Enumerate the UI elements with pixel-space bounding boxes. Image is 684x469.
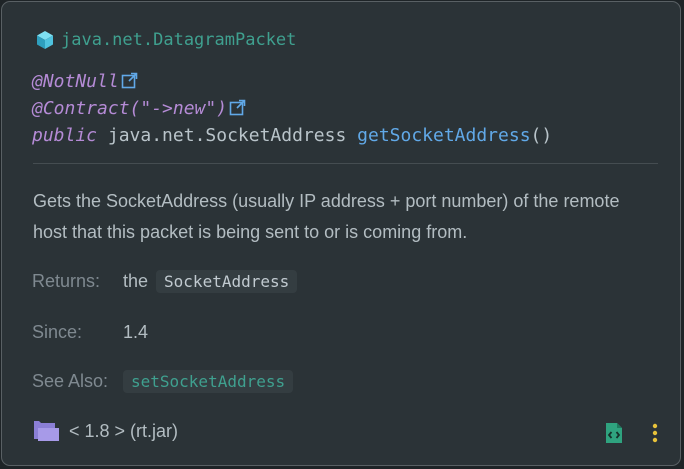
folder-icon <box>33 420 61 442</box>
external-link-icon[interactable] <box>229 97 246 116</box>
returns-row: Returns: the SocketAddress <box>32 270 298 293</box>
since-row: Since: 1.4 <box>32 322 148 343</box>
see-also-link[interactable]: setSocketAddress <box>123 370 294 393</box>
see-also-row: See Also: setSocketAddress <box>32 370 294 393</box>
contract-close-paren: ) <box>216 98 228 119</box>
method-signature: public java.net.SocketAddress getSocketA… <box>32 122 552 150</box>
method-description: Gets the SocketAddress (usually IP addre… <box>33 191 620 242</box>
view-source-icon[interactable] <box>604 422 624 444</box>
external-link-icon[interactable] <box>121 70 138 89</box>
annotation-notnull: @NotNull <box>32 71 119 92</box>
returns-prefix: the <box>123 271 149 291</box>
contract-argument: "->new" <box>140 98 217 119</box>
since-label: Since: <box>32 322 83 342</box>
class-name-link[interactable]: java.net.DatagramPacket <box>61 30 296 50</box>
library-label: < 1.8 > (rt.jar) <box>69 420 179 441</box>
footer-library: < 1.8 > (rt.jar) <box>33 420 178 442</box>
method-params: () <box>530 125 553 146</box>
see-also-label: See Also: <box>32 371 109 391</box>
more-vertical-icon[interactable] <box>649 422 661 444</box>
method-name: getSocketAddress <box>357 125 531 146</box>
since-value: 1.4 <box>123 322 149 342</box>
class-header: java.net.DatagramPacket <box>35 27 296 53</box>
cube-icon <box>35 30 55 50</box>
annotation-notnull-line: @NotNull <box>32 68 138 96</box>
annotation-contract-line: @Contract("->new") <box>32 95 246 123</box>
returns-code: SocketAddress <box>156 270 298 293</box>
documentation-popup: java.net.DatagramPacket @NotNull @Contra… <box>1 1 681 466</box>
divider <box>33 163 658 164</box>
return-type-link[interactable]: java.net.SocketAddress <box>108 125 346 146</box>
annotation-contract: @Contract( <box>32 98 141 119</box>
modifier-keyword: public <box>32 125 98 146</box>
returns-label: Returns: <box>32 271 101 291</box>
